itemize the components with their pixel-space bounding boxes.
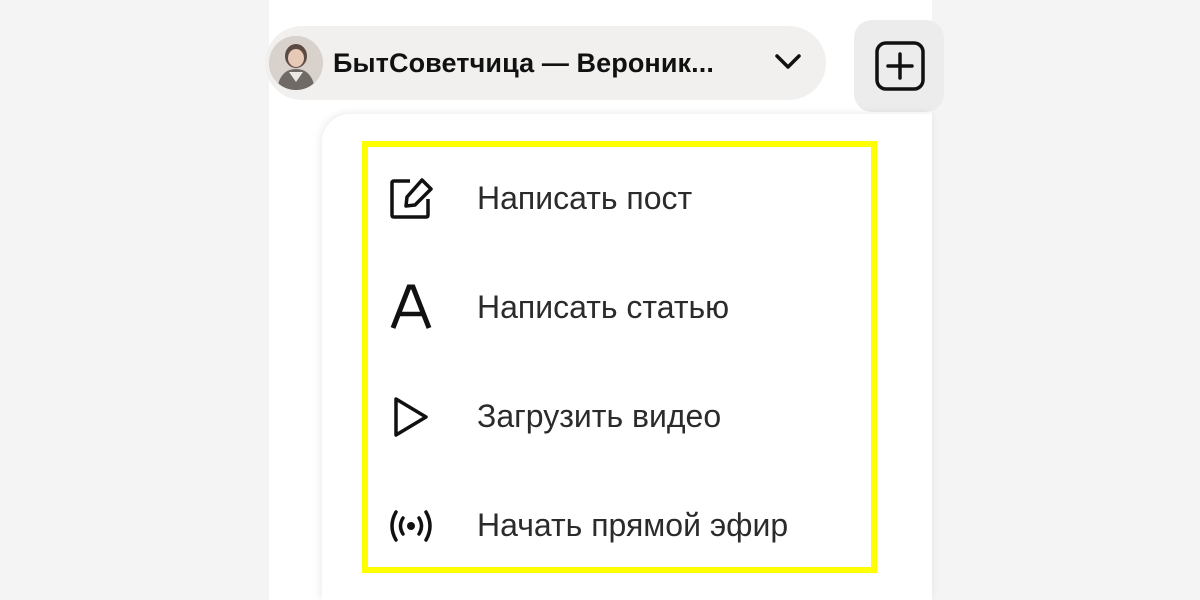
edit-icon	[384, 175, 438, 223]
plus-square-icon	[875, 41, 925, 91]
broadcast-icon	[384, 502, 438, 550]
menu-item-label: Написать статью	[477, 289, 730, 325]
menu-item-label: Загрузить видео	[477, 398, 722, 434]
avatar	[269, 36, 323, 90]
add-content-button[interactable]	[854, 20, 944, 112]
menu-item-upload-video[interactable]: Загрузить видео	[372, 363, 868, 467]
menu-item-write-article[interactable]: Написать статью	[372, 254, 868, 358]
page: БытСоветчица — Вероник... Написать пост	[0, 0, 1200, 600]
menu-item-label: Начать прямой эфир	[477, 507, 789, 543]
channel-name: БытСоветчица — Вероник...	[333, 48, 714, 78]
menu-item-label: Написать пост	[477, 180, 693, 216]
menu-item-write-post[interactable]: Написать пост	[372, 145, 868, 249]
channel-selector[interactable]: БытСоветчица — Вероник...	[265, 26, 826, 100]
menu-item-start-live[interactable]: Начать прямой эфир	[372, 472, 868, 576]
chevron-down-icon[interactable]	[773, 50, 803, 74]
play-icon	[384, 393, 438, 441]
letter-a-icon	[384, 284, 438, 332]
